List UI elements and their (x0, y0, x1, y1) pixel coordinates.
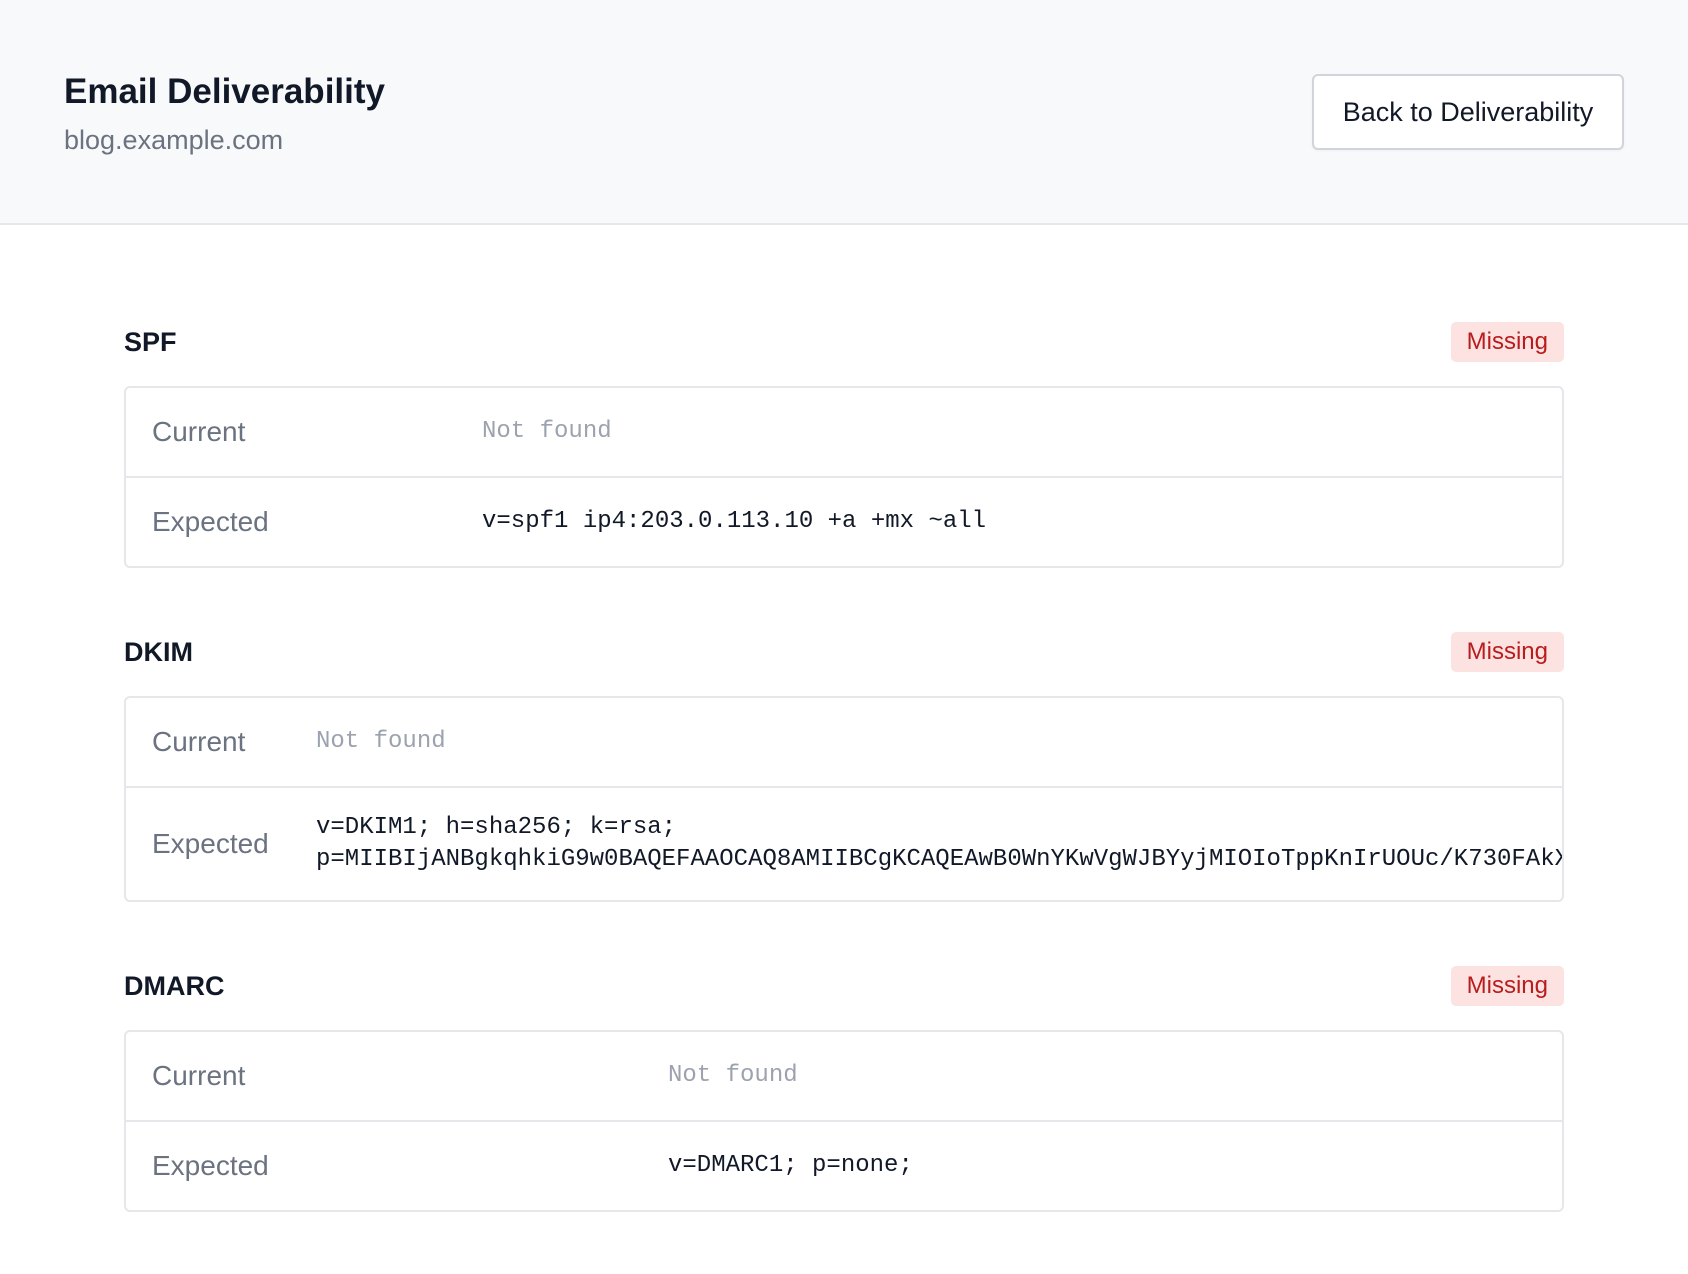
dkim-record-table: Current Not found Expected v=DKIM1; h=sh… (124, 696, 1564, 902)
domain-name: blog.example.com (64, 125, 284, 155)
section-title-dmarc: DMARC (124, 971, 225, 1001)
row-label-current: Current (152, 416, 246, 447)
spf-record-table: Current Not found Expected v=spf1 ip4:20… (124, 386, 1564, 568)
page-header: Email Deliverability blog.example.com Ba… (0, 0, 1688, 225)
dmarc-record-table: Current Not found Expected v=DMARC1; p=n… (124, 1030, 1564, 1212)
spf-expected-value: v=spf1 ip4:203.0.113.10 +a +mx ~all (482, 508, 987, 535)
dmarc-expected-row: Expected v=DMARC1; p=none; (126, 1122, 1562, 1210)
section-title-spf: SPF (124, 327, 177, 357)
dkim-expected-value: v=DKIM1; h=sha256; k=rsa; p=MIIBIjANBgkq… (316, 814, 1562, 873)
spf-expected-row: Expected v=spf1 ip4:203.0.113.10 +a +mx … (126, 478, 1562, 566)
dkim-expected-row: Expected v=DKIM1; h=sha256; k=rsa; p=MII… (126, 788, 1562, 900)
status-badge-dkim: Missing (1450, 632, 1564, 672)
spf-section-header: SPF Missing (124, 322, 1564, 362)
status-badge-spf: Missing (1450, 322, 1564, 362)
dmarc-expected-value: v=DMARC1; p=none; (668, 1152, 913, 1179)
row-label-expected: Expected (152, 828, 269, 859)
back-to-deliverability-button[interactable]: Back to Deliverability (1312, 74, 1624, 150)
row-label-current: Current (152, 1060, 246, 1091)
row-label-expected: Expected (152, 506, 269, 537)
page-title: Email Deliverability (64, 72, 385, 111)
section-title-dkim: DKIM (124, 637, 193, 667)
row-label-expected: Expected (152, 1150, 269, 1181)
dmarc-section-header: DMARC Missing (124, 966, 1564, 1006)
dmarc-current-value: Not found (668, 1062, 798, 1089)
dmarc-current-row: Current Not found (126, 1032, 1562, 1122)
dkim-current-row: Current Not found (126, 698, 1562, 788)
spf-current-value: Not found (482, 418, 612, 445)
dkim-section-header: DKIM Missing (124, 632, 1564, 672)
row-label-current: Current (152, 726, 246, 757)
dkim-current-value: Not found (316, 728, 446, 755)
spf-current-row: Current Not found (126, 388, 1562, 478)
status-badge-dmarc: Missing (1450, 966, 1564, 1006)
